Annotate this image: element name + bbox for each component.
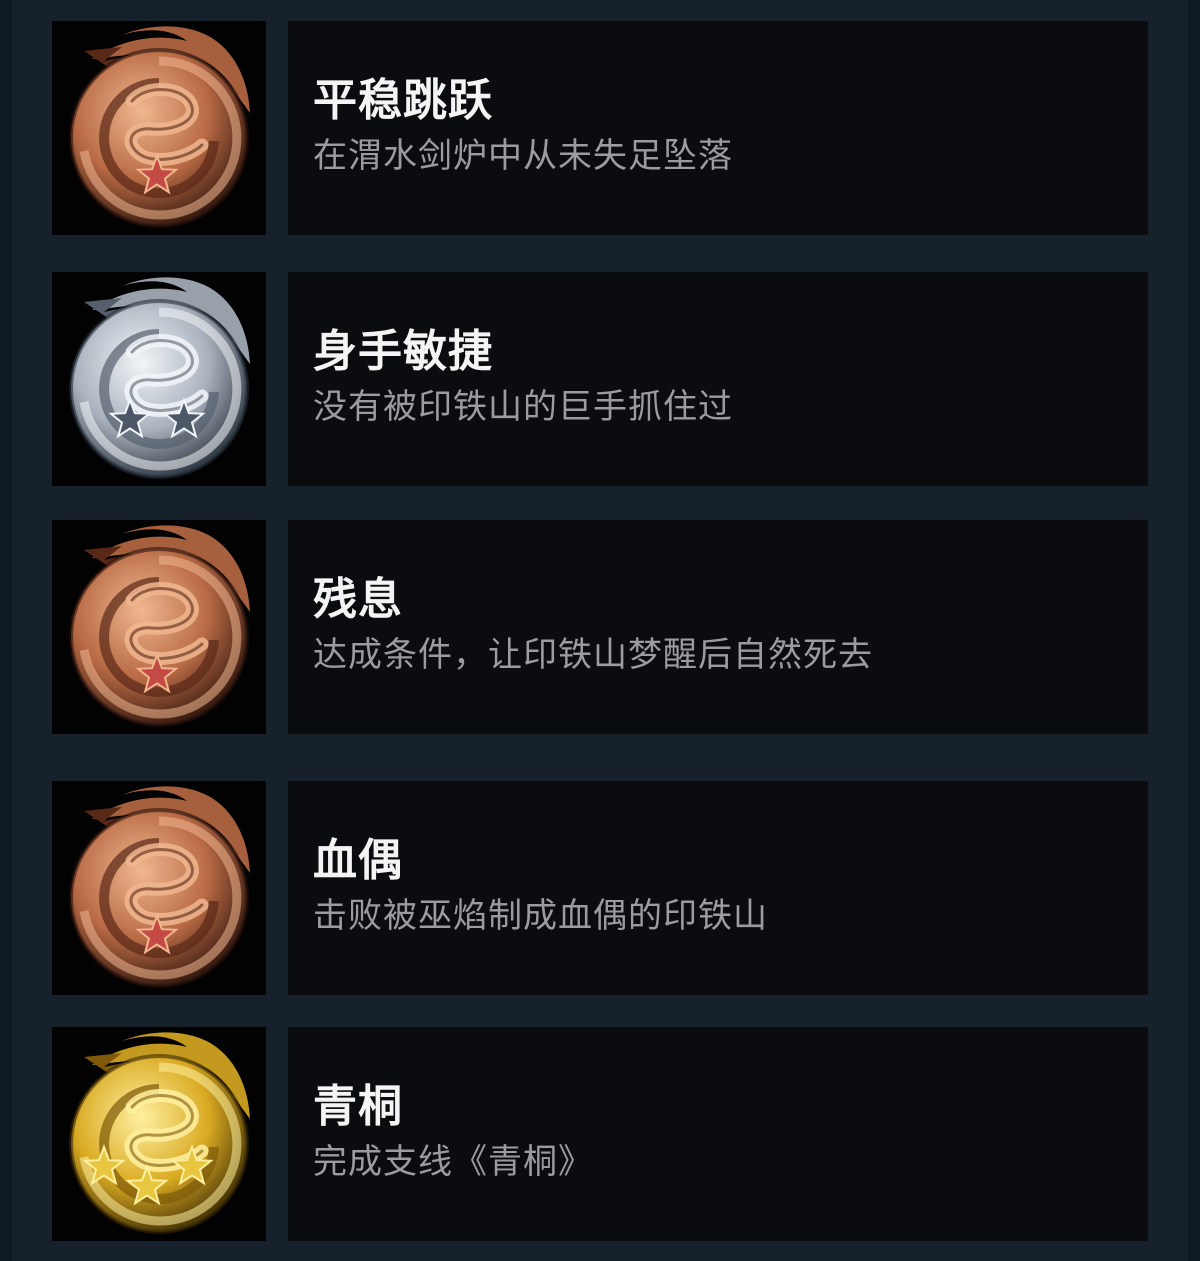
window-frame-left xyxy=(0,0,12,1261)
gold-dragon-medal-icon xyxy=(52,1027,266,1241)
achievement-card: 身手敏捷 没有被印铁山的巨手抓住过 xyxy=(288,272,1148,486)
achievement-card: 血偶 击败被巫焰制成血偶的印铁山 xyxy=(288,781,1148,995)
achievement-description: 达成条件，让印铁山梦醒后自然死去 xyxy=(313,635,873,675)
silver-dragon-medal-icon xyxy=(52,272,266,486)
achievement-description: 击败被巫焰制成血偶的印铁山 xyxy=(313,896,768,936)
bronze-dragon-medal-icon xyxy=(52,520,266,734)
bronze-dragon-medal-icon xyxy=(52,21,266,235)
window-frame-right xyxy=(1188,0,1200,1261)
achievement-card: 青桐 完成支线《青桐》 xyxy=(288,1027,1148,1241)
achievement-title: 青桐 xyxy=(313,1081,403,1132)
achievement-card: 残息 达成条件，让印铁山梦醒后自然死去 xyxy=(288,520,1148,734)
achievement-description: 在渭水剑炉中从未失足坠落 xyxy=(313,136,733,176)
achievement-title: 平稳跳跃 xyxy=(313,75,493,126)
achievement-title: 身手敏捷 xyxy=(313,326,493,377)
achievement-title: 血偶 xyxy=(313,835,403,886)
achievement-card: 平稳跳跃 在渭水剑炉中从未失足坠落 xyxy=(288,21,1148,235)
achievement-description: 没有被印铁山的巨手抓住过 xyxy=(313,387,733,427)
bronze-dragon-medal-icon xyxy=(52,781,266,995)
achievement-title: 残息 xyxy=(313,574,403,625)
achievement-description: 完成支线《青桐》 xyxy=(313,1142,593,1182)
